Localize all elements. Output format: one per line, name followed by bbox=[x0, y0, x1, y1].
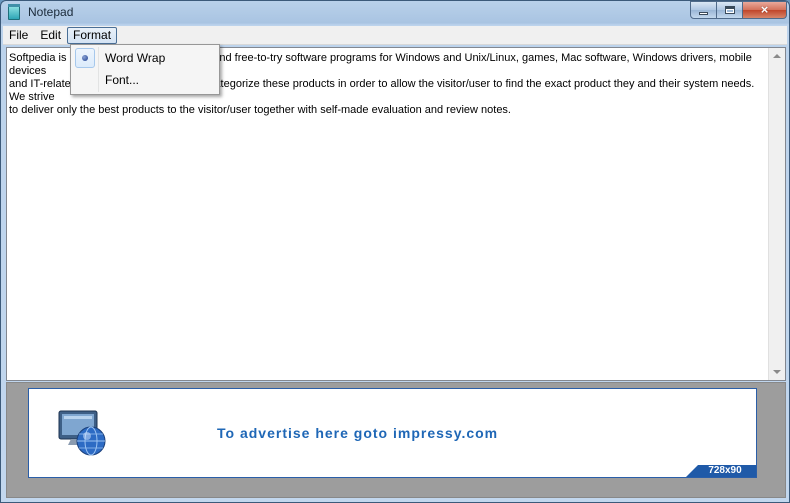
close-icon: × bbox=[760, 2, 769, 17]
close-button[interactable]: × bbox=[743, 1, 787, 19]
minimize-icon bbox=[699, 11, 708, 15]
monitor-globe-icon bbox=[58, 410, 106, 456]
scroll-down-arrow-icon[interactable] bbox=[773, 370, 781, 374]
scroll-up-arrow-icon[interactable] bbox=[773, 54, 781, 58]
minimize-button[interactable] bbox=[690, 1, 717, 19]
ad-size-label: 728x90 bbox=[686, 465, 756, 477]
window-title: Notepad bbox=[28, 5, 74, 19]
caption-buttons: × bbox=[690, 1, 787, 19]
editor-line-3: to deliver only the best products to the… bbox=[9, 104, 511, 116]
radio-bullet-icon bbox=[82, 55, 88, 61]
vertical-scrollbar[interactable] bbox=[768, 48, 785, 380]
word-wrap-label: Word Wrap bbox=[105, 51, 166, 65]
maximize-icon bbox=[724, 6, 735, 14]
ad-banner[interactable]: To advertise here goto impressy.com 728x… bbox=[28, 388, 757, 478]
ad-area: To advertise here goto impressy.com 728x… bbox=[6, 382, 786, 498]
title-bar[interactable]: Notepad × bbox=[1, 1, 790, 25]
checked-indicator bbox=[75, 48, 95, 68]
menu-format[interactable]: Format bbox=[67, 26, 118, 44]
menu-item-word-wrap[interactable]: Word Wrap bbox=[73, 47, 217, 69]
text-editor[interactable]: Softpedia is a library of over 400,000 f… bbox=[6, 47, 786, 381]
notepad-icon[interactable] bbox=[8, 4, 20, 20]
menu-file[interactable]: File bbox=[3, 27, 34, 44]
menu-bar: File Edit Format bbox=[3, 26, 787, 45]
ad-text[interactable]: To advertise here goto impressy.com bbox=[217, 425, 498, 441]
maximize-button[interactable] bbox=[717, 1, 743, 19]
menu-item-font[interactable]: Font... bbox=[73, 69, 217, 91]
format-dropdown-menu: Word Wrap Font... bbox=[70, 44, 220, 95]
font-label: Font... bbox=[105, 73, 140, 87]
menu-edit[interactable]: Edit bbox=[34, 27, 67, 44]
